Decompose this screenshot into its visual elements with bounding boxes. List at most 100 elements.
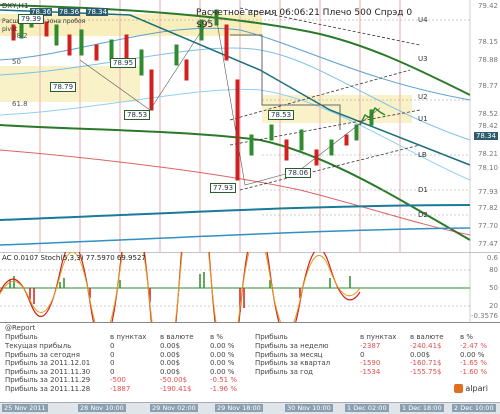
- time-label: 29 Nov 02:00: [150, 404, 198, 412]
- oscillator-canvas: [0, 164, 500, 388]
- report-row-label: Прибыль за сегодня: [5, 350, 80, 359]
- report-row-value: -0.51 %: [210, 376, 237, 384]
- report-row: Прибыль за 2011.11.28 -1887 -190.41$ -1.96 …: [5, 385, 245, 393]
- brand-name: alpari: [465, 384, 488, 393]
- y-tick: 78.10: [477, 164, 498, 172]
- pivot-d2: D2: [418, 211, 428, 219]
- report-row-value: 0: [110, 350, 115, 359]
- price-box-4: 78.53: [124, 110, 151, 120]
- pivot-d1: D1: [418, 186, 428, 194]
- y-tick: 77.47: [477, 240, 498, 248]
- report-row-value: -1.65 %: [460, 359, 487, 367]
- report-row-value: 0: [110, 367, 115, 376]
- report-row-value: 0.00 %: [460, 350, 485, 359]
- time-label: 25 Nov 2011: [2, 404, 48, 412]
- report-row-value: -500: [110, 376, 126, 384]
- fib-label-61: 61.8: [12, 100, 28, 108]
- fib-label-38: 38.2: [12, 32, 28, 40]
- oscillator-panel[interactable]: AC 0.0107 Stoch(5,3,3) 77.5970 69.9527 0…: [0, 164, 500, 388]
- report-row: Текущая прибыль 0 0.00$ 0.00 %: [5, 342, 245, 350]
- time-label: 28 Nov 10:00: [78, 404, 126, 412]
- alpari-logo: alpari: [453, 384, 488, 393]
- legend-balance: $95: [196, 20, 214, 30]
- pivot-u1: U1: [418, 115, 428, 123]
- report-header-left: Прибыль в пунктах в валюте в %: [5, 333, 224, 341]
- ohlc-value-2: 78.36: [58, 8, 81, 16]
- price-box-2: 78.95: [110, 58, 137, 68]
- time-label: 1 Dec 02:00: [345, 404, 389, 412]
- report-row-label: Прибыль за 2011.11.29: [5, 376, 91, 384]
- report-row-value: -1.60 %: [460, 367, 487, 376]
- report-row: Прибыль за год -1534 -155.75$ -1.60 %: [255, 368, 495, 376]
- osc-y-tick: -0.3576: [470, 312, 498, 320]
- y-tick: 78.21: [477, 150, 498, 158]
- pivot-u3: U3: [418, 55, 428, 63]
- report-row-value: 0.00$: [160, 342, 181, 350]
- report-row: Прибыль за сегодня 0 0.00$ 0.00 %: [5, 351, 245, 359]
- chart-header: DXY,H1: [2, 2, 28, 10]
- report-row-value: -50.00$: [160, 376, 188, 384]
- report-row: Прибыль за 2011.11.29 -500 -50.00$ -0.51 %: [5, 376, 245, 384]
- report-panel: @Report Прибыль в пунктах в валюте в % П…: [0, 322, 500, 402]
- symbol-label: DXY,H1: [2, 2, 29, 10]
- y-tick: 78.88: [477, 56, 498, 64]
- current-price-tag: 78.34: [473, 132, 498, 140]
- report-row-value: 0.00 %: [210, 342, 235, 350]
- report-row-label: Прибыль за квартал: [255, 359, 331, 367]
- y-tick: 78.15: [477, 38, 498, 46]
- report-row-value: 0.00$: [160, 350, 181, 359]
- report-row-value: -160.71$: [410, 359, 442, 367]
- y-tick: 78.42: [477, 122, 498, 130]
- report-row: Прибыль за месяц 0 0.00$ 0.00 %: [255, 351, 495, 359]
- report-row-value: -1590: [360, 359, 381, 367]
- price-box-1: 79.39: [18, 14, 45, 24]
- report-row: Прибыль за неделю -2387 -240.41$ -2.47 %: [255, 342, 495, 350]
- osc-y-tick: 80: [489, 266, 498, 274]
- time-axis: 25 Nov 2011 28 Nov 10:00 29 Nov 02:00 29…: [0, 402, 500, 414]
- report-row-value: 0: [360, 350, 365, 359]
- fib-label-50: 50: [12, 58, 21, 66]
- report-row-value: -1887: [110, 384, 131, 393]
- report-row-value: 0.00 %: [210, 359, 235, 367]
- report-row-value: -2387: [360, 342, 381, 350]
- oscillator-title: AC 0.0107 Stoch(5,3,3) 77.5970 69.9527: [2, 254, 146, 262]
- report-row-label: Текущая прибыль: [5, 342, 72, 350]
- report-row: Прибыль за 2011.11.30 0 0.00$ 0.00 %: [5, 368, 245, 376]
- report-row-value: -2.47 %: [460, 342, 487, 350]
- y-tick: 77.82: [477, 204, 498, 212]
- report-row-label: Прибыль за 2011.12.01: [5, 359, 91, 367]
- y-tick: 79.42: [477, 2, 498, 10]
- report-row-label: Прибыль за 2011.11.28: [5, 384, 91, 393]
- osc-y-tick: 20: [489, 302, 498, 310]
- report-row-value: -1.96 %: [210, 384, 237, 393]
- osc-y-tick: 50: [489, 284, 498, 292]
- report-row-value: 0.00$: [410, 350, 431, 359]
- price-box-7: 78.06: [285, 168, 312, 178]
- alpari-logo-icon: [453, 384, 463, 393]
- pivot-lb: LB: [418, 151, 427, 159]
- time-label: 1 Dec 18:00: [400, 404, 444, 412]
- report-row-label: Прибыль за 2011.11.30: [5, 367, 91, 376]
- y-tick: 77.93: [477, 188, 498, 196]
- report-row-label: Прибыль за год: [255, 367, 313, 376]
- y-tick: 77.70: [477, 222, 498, 230]
- price-box-3: 78.79: [50, 82, 77, 92]
- report-row-value: -1534: [360, 367, 381, 376]
- time-label: 30 Nov 10:00: [285, 404, 333, 412]
- report-row: Прибыль за квартал -1590 -160.71$ -1.65 %: [255, 359, 495, 367]
- report-row-label: Прибыль за месяц: [255, 350, 323, 359]
- ohlc-value-3: 78.34: [86, 8, 109, 16]
- price-box-6: 77.93: [210, 183, 237, 193]
- report-header-right: Прибыль в пунктах в валюте в %: [255, 333, 474, 341]
- y-tick: 78.77: [477, 82, 498, 90]
- time-label: 29 Nov 18:00: [215, 404, 263, 412]
- report-row-value: -155.75$: [410, 367, 442, 376]
- report-row: Прибыль за 2011.12.01 0 0.00$ 0.00 %: [5, 359, 245, 367]
- report-row-value: 0: [110, 342, 115, 350]
- price-chart[interactable]: DXY,H1 78.36 78.36 78.34 Расширенная зон…: [0, 0, 500, 252]
- time-label: 2 Dec 10:00: [452, 404, 496, 412]
- report-row-value: 0.00 %: [210, 350, 235, 359]
- report-row-value: 0.00$: [160, 359, 181, 367]
- pivot-u2: U2: [418, 93, 428, 101]
- y-tick: 78.52: [477, 110, 498, 118]
